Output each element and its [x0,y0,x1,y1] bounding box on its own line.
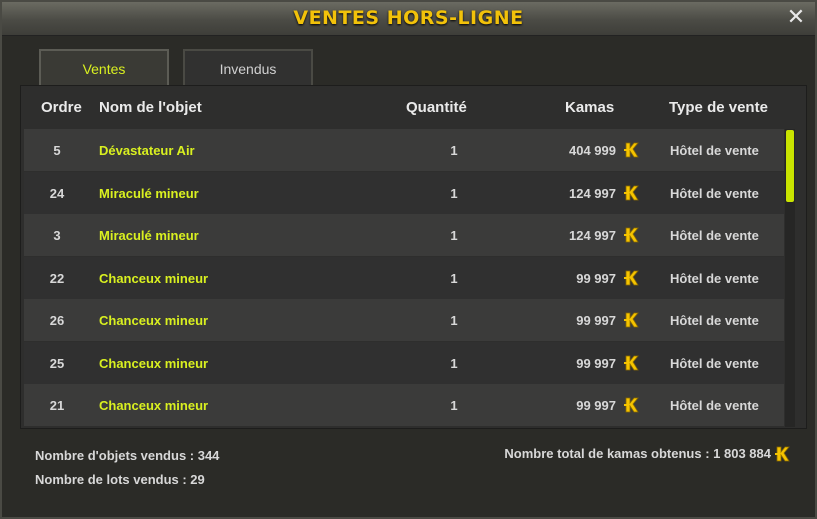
cell-quantite: 1 [450,143,458,158]
column-header-quantite[interactable]: Quantité [406,99,467,116]
cell-quantite: 1 [450,185,458,201]
cell-type-vente: Hôtel de vente [670,313,759,328]
cell-ordre: 22 [49,270,65,286]
cell-type-vente: Hôtel de vente [670,143,759,158]
cell-type-vente: Hôtel de vente [670,355,759,371]
kama-icon [622,354,640,372]
kama-icon [622,396,640,414]
cell-quantite: 1 [450,355,458,371]
title-bar[interactable]: VENTES HORS-LIGNE ✕ [2,2,815,36]
table-row[interactable]: 21 Chanceux mineur 1 99 997 Hôtel de vente [24,384,784,426]
cell-ordre: 24 [49,185,65,201]
cell-quantite: 1 [450,313,458,328]
offline-sales-window: VENTES HORS-LIGNE ✕ Ventes Invendus Ordr… [0,0,817,519]
cell-item-name[interactable]: Miraculé mineur [99,228,199,243]
column-header-ordre[interactable]: Ordre [41,99,82,116]
cell-quantite: 1 [450,270,458,286]
column-header-kamas[interactable]: Kamas [565,99,614,116]
column-header-type[interactable]: Type de vente [669,99,768,116]
summary-footer: Nombre d'objets vendus : 344 Nombre de l… [2,432,815,517]
objects-sold-count: Nombre d'objets vendus : 344 [35,448,220,463]
tab-ventes[interactable]: Ventes [39,49,169,85]
table-row[interactable]: 5 Dévastateur Air 1 404 999 Hôtel de vente [24,129,784,171]
cell-quantite: 1 [450,228,458,243]
scrollbar-thumb[interactable] [786,130,794,202]
cell-ordre: 3 [53,228,61,243]
cell-ordre: 25 [49,355,65,371]
cell-type-vente: Hôtel de vente [670,398,759,413]
close-icon[interactable]: ✕ [785,7,807,29]
cell-kamas: 404 999 [569,143,616,158]
cell-type-vente: Hôtel de vente [670,270,759,286]
cell-kamas: 99 997 [576,398,616,413]
cell-kamas: 124 997 [569,228,616,243]
cell-item-name[interactable]: Chanceux mineur [99,271,208,286]
cell-item-name[interactable]: Chanceux mineur [99,313,208,328]
table-row[interactable]: 25 Chanceux mineur 1 99 997 Hôtel de vente [24,341,784,384]
table-row[interactable]: 24 Miraculé mineur 1 124 997 Hôtel de vente [24,171,784,214]
column-header-nom[interactable]: Nom de l'objet [99,99,202,116]
table-body: 5 Dévastateur Air 1 404 999 Hôtel de vente 24… [24,129,784,427]
cell-quantite: 1 [450,398,458,413]
cell-ordre: 5 [53,143,61,158]
kama-icon [622,269,640,287]
cell-kamas: 99 997 [576,313,616,328]
sales-table: Ordre Nom de l'objet Quantité Kamas Type… [20,85,807,429]
cell-kamas: 124 997 [569,185,616,201]
kama-icon [622,141,640,159]
cell-ordre: 26 [49,313,65,328]
window-title: VENTES HORS-LIGNE [293,7,524,29]
kama-icon [622,311,640,329]
cell-kamas: 99 997 [576,270,616,286]
table-row[interactable]: 22 Chanceux mineur 1 99 997 Hôtel de vente [24,256,784,299]
kama-icon [622,226,640,244]
cell-item-name[interactable]: Miraculé mineur [99,186,199,201]
cell-ordre: 21 [49,398,65,413]
total-kamas: Nombre total de kamas obtenus : 1 803 88… [504,446,771,461]
lots-sold-count: Nombre de lots vendus : 29 [35,472,205,487]
cell-kamas: 99 997 [576,355,616,371]
table-header: Ordre Nom de l'objet Quantité Kamas Type… [21,86,806,130]
cell-item-name[interactable]: Chanceux mineur [99,356,208,371]
kama-icon [773,445,791,463]
scrollbar[interactable] [785,129,795,427]
cell-type-vente: Hôtel de vente [670,228,759,243]
table-row[interactable]: 26 Chanceux mineur 1 99 997 Hôtel de vente [24,299,784,341]
table-row[interactable]: 3 Miraculé mineur 1 124 997 Hôtel de vente [24,214,784,256]
cell-item-name[interactable]: Chanceux mineur [99,398,208,413]
tab-invendus[interactable]: Invendus [183,49,313,85]
cell-item-name[interactable]: Dévastateur Air [99,143,195,158]
cell-type-vente: Hôtel de vente [670,185,759,201]
kama-icon [622,184,640,202]
